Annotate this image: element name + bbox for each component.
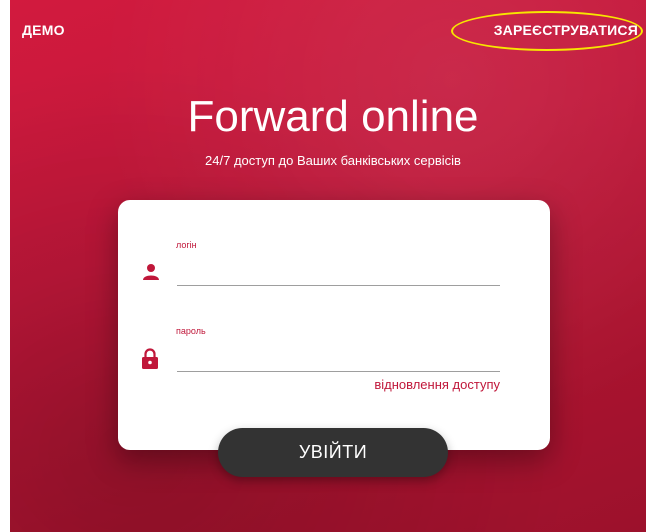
lock-icon (142, 348, 158, 374)
left-edge-strip (0, 0, 10, 532)
login-input[interactable] (177, 264, 500, 286)
password-label: пароль (176, 326, 206, 336)
login-button[interactable]: УВІЙТИ (218, 428, 448, 477)
restore-access-link[interactable]: відновлення доступу (374, 377, 500, 392)
demo-link[interactable]: ДЕМО (22, 22, 65, 38)
page-title: Forward online (187, 92, 479, 141)
user-icon (142, 263, 160, 286)
login-card: логін пароль відновлення доступу (118, 200, 550, 450)
page-subtitle: 24/7 доступ до Ваших банківських сервісі… (205, 153, 461, 168)
login-label: логін (176, 240, 197, 250)
register-link[interactable]: ЗАРЕЄСТРУВАТИСЯ (494, 22, 638, 38)
password-input[interactable] (177, 350, 500, 372)
